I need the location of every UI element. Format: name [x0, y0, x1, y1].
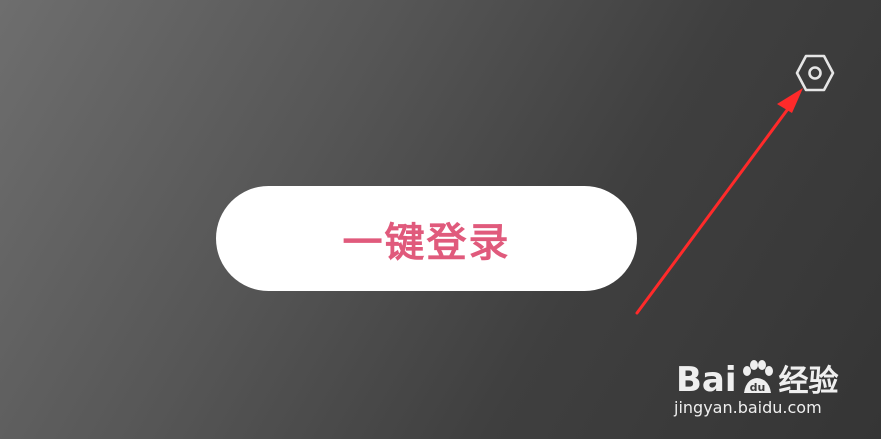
watermark-url: jingyan.baidu.com [674, 398, 822, 417]
login-button-label: 一键登录 [342, 219, 511, 266]
settings-icon[interactable] [795, 53, 835, 93]
one-click-login-button[interactable]: 一键登录 [216, 186, 637, 291]
watermark-brand: Bai du 经验 [676, 356, 839, 400]
baidu-jingyan-watermark: Bai du 经验 jingyan.baidu.com [668, 338, 868, 428]
watermark-brand-suffix: 经验 [778, 364, 839, 399]
baidu-paw-icon: du [742, 360, 773, 394]
watermark-brand-mark: du [749, 381, 765, 394]
watermark-brand-prefix: Bai [676, 360, 737, 400]
